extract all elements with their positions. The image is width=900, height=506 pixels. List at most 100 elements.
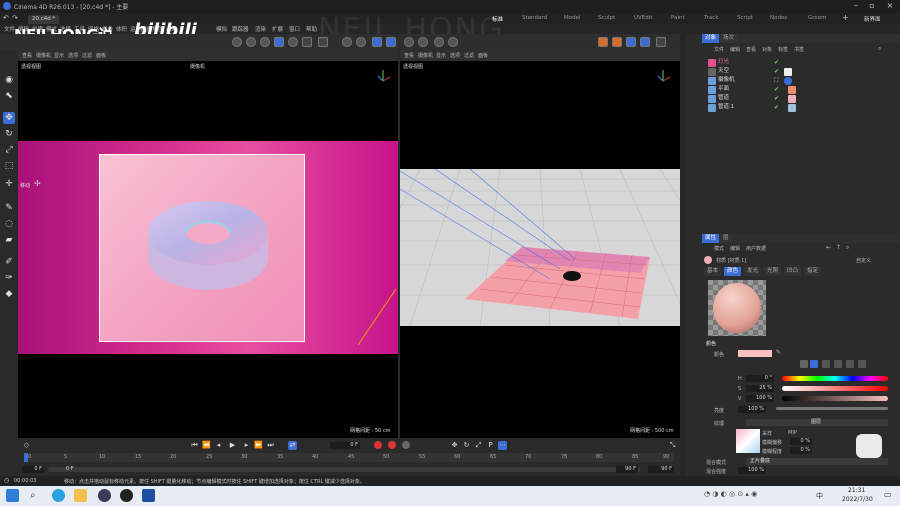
weight-icon[interactable]: ◆ [3, 288, 15, 300]
tray-icons[interactable]: ◔ ◑ ◐ ◎ ⊙ ▴ ◉ [704, 490, 757, 498]
object-row[interactable]: 管道.1 ✔ [706, 103, 900, 112]
transform-icon[interactable]: ⬚ [3, 160, 15, 172]
render-settings-button[interactable] [626, 37, 636, 47]
brush-icon[interactable]: ✐ [3, 256, 15, 268]
play-icon[interactable]: ▶ [228, 441, 237, 450]
material-tag-icon[interactable] [788, 94, 796, 103]
attr-menu-item[interactable]: 用户数据 [746, 245, 766, 252]
swatches-icon[interactable] [858, 360, 866, 368]
search-icon[interactable]: ⌕ [30, 489, 43, 502]
color-swatch[interactable] [738, 350, 772, 357]
close-icon[interactable]: × [882, 1, 898, 10]
file-explorer-icon[interactable] [74, 489, 87, 502]
prev-frame-icon[interactable]: ◂ [214, 441, 223, 450]
windows-start-icon[interactable] [6, 489, 19, 502]
toolbar-button[interactable] [246, 37, 256, 47]
toolbar-button[interactable] [232, 37, 242, 47]
next-frame-icon[interactable]: ▸ [242, 441, 251, 450]
viewport-menu-item[interactable]: 摄像机 [36, 52, 51, 59]
end-frame-field[interactable]: 90 F [648, 466, 674, 473]
toolbar-button[interactable] [318, 37, 328, 47]
spectrum-icon[interactable] [834, 360, 842, 368]
word-icon[interactable] [142, 489, 155, 502]
up-icon[interactable]: ↑ [836, 244, 841, 251]
obj-menu-item[interactable]: 标签 [778, 46, 788, 53]
check-icon[interactable]: ✔ [774, 67, 779, 76]
blur-scale-field[interactable]: 0 % [790, 447, 812, 454]
viewport-menu-item[interactable]: 选项 [68, 52, 78, 59]
texture-field[interactable]: 图层 [746, 419, 888, 426]
undo-icon[interactable]: ↶ [3, 14, 9, 22]
value-slider[interactable] [782, 396, 888, 401]
toolbar-button[interactable] [434, 37, 444, 47]
loop-icon[interactable]: ⇄ [288, 441, 297, 450]
sample-value[interactable]: MIP [788, 430, 797, 436]
camera-tag-icon[interactable]: ⛶ [774, 76, 778, 85]
material-tag-icon[interactable] [788, 85, 796, 94]
range-slider[interactable] [48, 467, 640, 472]
check-icon[interactable]: ✔ [774, 94, 779, 103]
tab-attributes[interactable]: 属性 [702, 234, 720, 243]
saturation-slider[interactable] [782, 386, 888, 391]
notification-icon[interactable]: ▭ [884, 490, 892, 499]
scale-key-icon[interactable]: ⤢ [474, 441, 483, 450]
go-start-icon[interactable]: ⏮ [190, 441, 199, 450]
brightness-slider[interactable] [776, 407, 888, 410]
layout-tab[interactable]: Paint [671, 15, 685, 21]
range-end-field[interactable]: 90 F [616, 466, 638, 473]
material-tag-icon[interactable] [788, 103, 796, 112]
next-key-icon[interactable]: ⏩ [254, 441, 263, 450]
back-icon[interactable]: ← [826, 244, 831, 251]
toolbar-button[interactable] [302, 37, 312, 47]
render-view-button[interactable] [598, 37, 608, 47]
tab-objects[interactable]: 对象 [702, 34, 720, 43]
blur-offset-field[interactable]: 0 % [790, 438, 812, 445]
viewport-left[interactable]: 透视视图 摄像机 移动 ✢ 网格间距 : 50 cm [18, 61, 398, 438]
obj-menu-item[interactable]: 文件 [714, 46, 724, 53]
minimize-icon[interactable]: – [848, 1, 864, 10]
layout-tab[interactable]: Groom [808, 15, 827, 21]
paint-icon[interactable]: ✑ [3, 272, 15, 284]
current-frame-field[interactable]: 0 F [330, 442, 360, 449]
tab-assign[interactable]: 指定 [804, 267, 822, 276]
viewport-menu-item[interactable]: 面板 [478, 52, 488, 59]
viewport-right[interactable]: 透视视图 网格间距 : 500 cm [400, 61, 680, 438]
keyframe-selection-icon[interactable] [402, 441, 410, 449]
obj-menu-item[interactable]: 查看 [746, 46, 756, 53]
hue-slider[interactable] [782, 376, 888, 381]
brightness-field[interactable]: 100 % [738, 406, 766, 413]
eyedropper-icon[interactable]: ✎ [776, 349, 781, 356]
hsv-mode-icon[interactable] [810, 360, 818, 368]
auto-key-icon[interactable] [388, 441, 396, 449]
search-icon[interactable]: ⌕ [878, 45, 881, 53]
viewport-menu-item[interactable]: 过滤 [82, 52, 92, 59]
maximize-icon[interactable]: ▫ [864, 1, 880, 10]
check-icon[interactable]: ✔ [774, 58, 779, 67]
tab-layers[interactable]: 层 [720, 234, 732, 243]
render-button[interactable] [612, 37, 622, 47]
toolbar-button[interactable] [404, 37, 414, 47]
obj-menu-item[interactable]: 书签 [794, 46, 804, 53]
attr-menu-item[interactable]: 编辑 [730, 245, 740, 252]
select-icon[interactable]: ◉ [3, 74, 15, 86]
layout-tab[interactable]: Nodes [770, 15, 787, 21]
layout-tab[interactable]: UVEdit [634, 15, 652, 21]
extrude-icon[interactable]: ▰ [3, 234, 15, 246]
material-tag-icon[interactable] [784, 67, 792, 76]
viewport-menu-item[interactable]: 显示 [54, 52, 64, 59]
prev-key-icon[interactable]: ⏪ [202, 441, 211, 450]
attr-menu-item[interactable]: 模式 [714, 245, 724, 252]
layout-new-label[interactable]: 新界面 [864, 15, 881, 23]
menu-item[interactable]: 模拟 [216, 25, 227, 33]
axis-icon[interactable]: ✛ [3, 178, 15, 190]
param-key-icon[interactable]: P [486, 441, 495, 450]
rotate-icon[interactable]: ↻ [3, 128, 15, 140]
target-tag-icon[interactable] [784, 76, 792, 85]
search-icon[interactable]: ⌕ [846, 244, 849, 252]
move-key-icon[interactable]: ✥ [450, 441, 459, 450]
rotate-key-icon[interactable]: ↻ [462, 441, 471, 450]
go-end-icon[interactable]: ⏭ [266, 441, 275, 450]
app-icon[interactable] [98, 489, 111, 502]
object-mode-button[interactable] [274, 37, 284, 47]
keyframe-icon[interactable]: ◇ [22, 441, 31, 450]
